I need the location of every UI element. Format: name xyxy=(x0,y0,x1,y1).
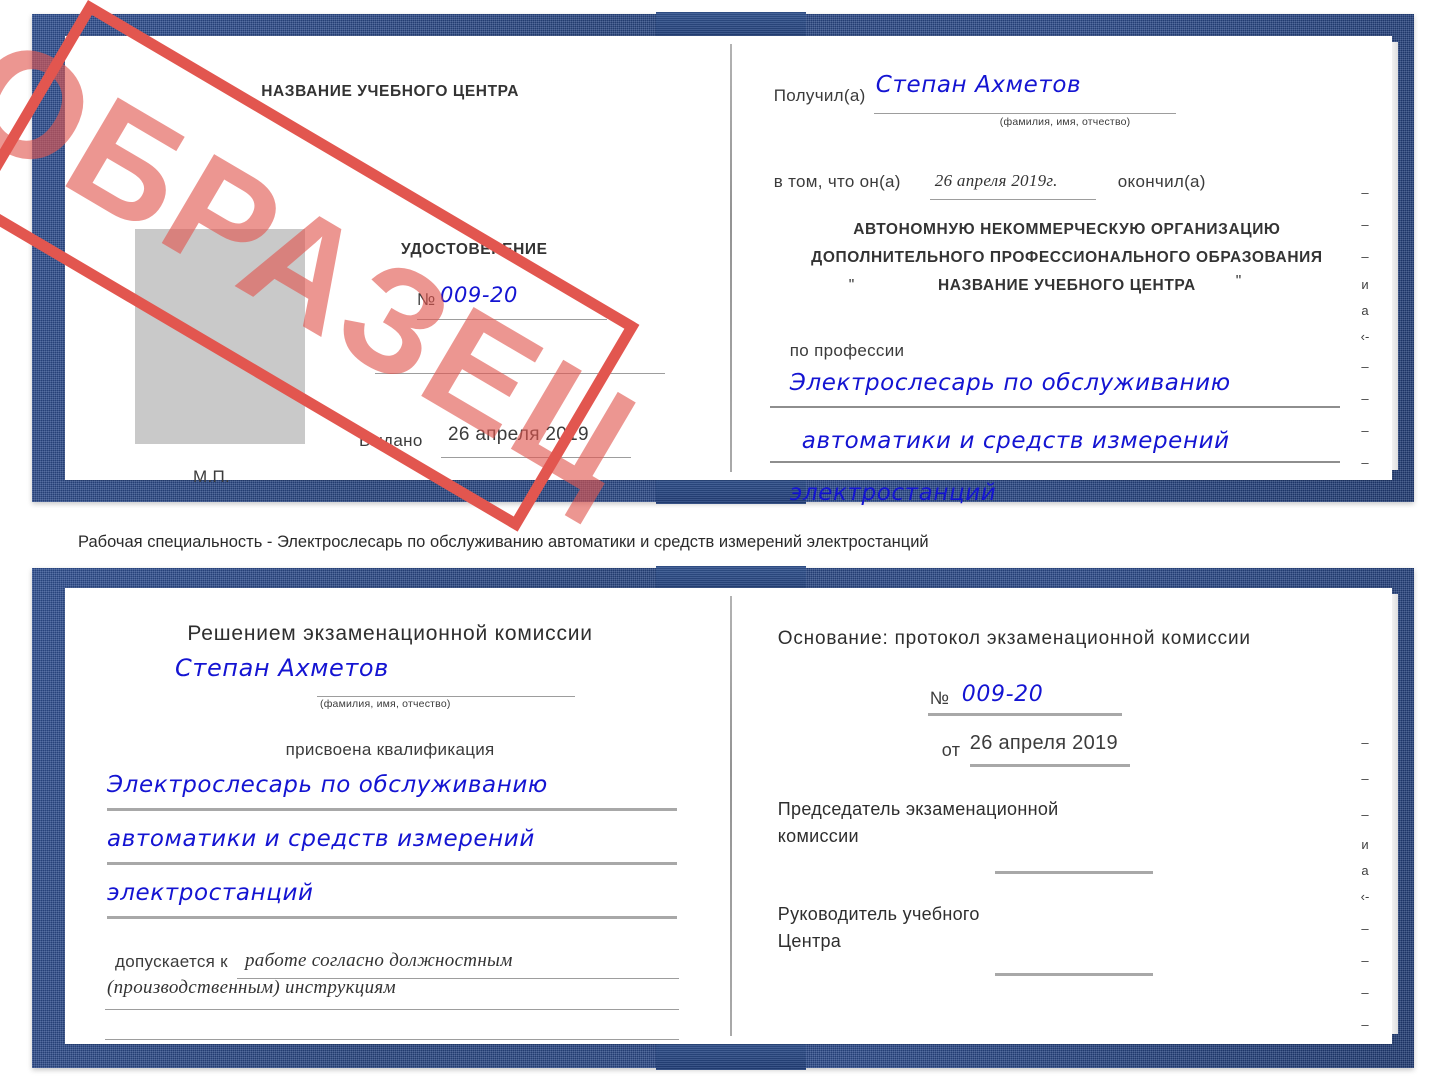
edge-mark: – xyxy=(1361,359,1369,374)
right-edge-marks: – – – и а ‹- – – – – xyxy=(1352,186,1378,488)
edge-mark: – xyxy=(1361,921,1369,936)
edge-mark: – xyxy=(1361,735,1369,750)
edge-mark: – xyxy=(1361,985,1369,1000)
issued-date-rule xyxy=(441,457,631,458)
qualification-label: присвоена квалификация xyxy=(285,740,495,759)
certificate-number-value: 009-20 xyxy=(440,283,518,307)
qualification-rule-3 xyxy=(107,916,677,919)
seal-place-label: М.П. xyxy=(193,467,231,486)
qualification-line-2: автоматики и средств измерений xyxy=(107,826,535,852)
organization-line-1: АВТОНОМНУЮ НЕКОММЕРЧЕСКУЮ ОРГАНИЗАЦИЮ xyxy=(853,221,1281,238)
profession-line-2: автоматики и средств измерений xyxy=(801,428,1230,454)
name-hint-label: (фамилия, имя, отчество) xyxy=(320,698,451,710)
edge-mark: ‹- xyxy=(1360,889,1370,904)
training-center-name-header: НАЗВАНИЕ УЧЕБНОГО ЦЕНТРА xyxy=(261,83,520,100)
protocol-date-label: от xyxy=(941,740,961,760)
edge-mark: – xyxy=(1361,953,1369,968)
document-type-label: УДОСТОВЕРЕНИЕ xyxy=(401,241,548,258)
issued-label: Выдано xyxy=(359,431,423,450)
name-hint-label: (фамилия, имя, отчество) xyxy=(999,116,1131,128)
center-fold xyxy=(729,44,732,472)
qualification-rule-2 xyxy=(107,862,677,865)
edge-mark: – xyxy=(1361,391,1369,406)
basis-label: Основание: протокол экзаменационной коми… xyxy=(777,628,1251,649)
photo-placeholder xyxy=(135,229,305,444)
protocol-number-rule xyxy=(927,713,1122,716)
profession-line-1: Электрослесарь по обслуживанию xyxy=(789,370,1231,396)
certificate-number-label: № xyxy=(417,290,436,309)
edge-mark: а xyxy=(1361,303,1369,318)
received-label: Получил(а) xyxy=(773,86,866,105)
edge-mark: – xyxy=(1361,185,1369,200)
certificate-top-right-page: Получил(а) Степан Ахметов (фамилия, имя,… xyxy=(742,36,1392,506)
certificate-bottom-right-page: Основание: протокол экзаменационной коми… xyxy=(742,588,1392,1044)
recipient-name-value: Степан Ахметов xyxy=(175,654,389,682)
profession-rule-1 xyxy=(769,406,1340,408)
organization-line-3: НАЗВАНИЕ УЧЕБНОГО ЦЕНТРА xyxy=(937,277,1196,294)
profession-rule-2 xyxy=(769,461,1340,463)
chairman-label-line-1: Председатель экзаменационной xyxy=(777,799,1059,819)
edge-mark: – xyxy=(1361,807,1369,822)
protocol-number-label: № xyxy=(929,688,950,708)
organization-quote-open: " xyxy=(848,277,855,294)
chairman-label-line-2: комиссии xyxy=(777,826,859,846)
qualification-rule-1 xyxy=(107,808,677,811)
right-edge-marks: – – – и а ‹- – – – – xyxy=(1352,736,1378,1050)
certificate-bottom: Решением экзаменационной комиссии Степан… xyxy=(32,566,1414,1070)
head-signature-rule xyxy=(994,973,1153,976)
admitted-value-line-1: работе согласно должностным xyxy=(245,950,513,971)
completion-date-rule xyxy=(929,199,1096,200)
certificate-bottom-pages: Решением экзаменационной комиссии Степан… xyxy=(65,588,1398,1044)
protocol-date-rule xyxy=(969,764,1130,767)
edge-mark: ‹- xyxy=(1360,329,1370,344)
image-caption: Рабочая специальность - Электрослесарь п… xyxy=(78,533,929,551)
profession-line-3: электростанций xyxy=(789,480,997,506)
certificate-top: НАЗВАНИЕ УЧЕБНОГО ЦЕНТРА УДОСТОВЕРЕНИЕ №… xyxy=(32,12,1414,506)
qualification-line-1: Электрослесарь по обслуживанию xyxy=(107,772,548,798)
protocol-number-value: 009-20 xyxy=(961,682,1044,707)
admitted-label: допускается к xyxy=(115,952,228,971)
issued-date-value: 26 апреля 2019 xyxy=(448,424,589,445)
edge-mark: а xyxy=(1361,863,1369,878)
chairman-signature-rule xyxy=(994,871,1153,874)
completion-date-value: 26 апреля 2019г. xyxy=(934,171,1058,190)
recipient-name-rule xyxy=(317,696,575,697)
qualification-line-3: электростанций xyxy=(107,880,314,906)
certificate-top-pages: НАЗВАНИЕ УЧЕБНОГО ЦЕНТРА УДОСТОВЕРЕНИЕ №… xyxy=(65,36,1398,506)
blank-rule-middle xyxy=(375,373,665,374)
admitted-rule-3 xyxy=(105,1039,679,1040)
protocol-date-value: 26 апреля 2019 xyxy=(969,732,1118,754)
certificate-top-left-page: НАЗВАНИЕ УЧЕБНОГО ЦЕНТРА УДОСТОВЕРЕНИЕ №… xyxy=(65,36,715,486)
in-that-label: в том, что он(а) xyxy=(773,172,901,191)
finished-label: окончил(а) xyxy=(1117,172,1206,191)
binding-strap-bottom xyxy=(656,1040,806,1070)
certificate-number-rule xyxy=(417,319,607,320)
commission-decision-header: Решением экзаменационной комиссии xyxy=(187,622,593,645)
edge-mark: и xyxy=(1361,837,1369,852)
edge-mark: – xyxy=(1361,455,1369,470)
edge-mark: и xyxy=(1361,277,1369,292)
admitted-value-line-2: (производственным) инструкциям xyxy=(107,977,396,998)
edge-mark: – xyxy=(1361,1017,1369,1032)
center-fold xyxy=(729,596,732,1036)
head-label-line-2: Центра xyxy=(777,931,842,951)
certificate-bottom-left-page: Решением экзаменационной комиссии Степан… xyxy=(65,588,715,1044)
received-name-value: Степан Ахметов xyxy=(875,72,1082,98)
received-name-rule xyxy=(873,113,1176,114)
organization-line-2: ДОПОЛНИТЕЛЬНОГО ПРОФЕССИОНАЛЬНОГО ОБРАЗО… xyxy=(811,249,1323,266)
edge-mark: – xyxy=(1361,217,1369,232)
edge-mark: – xyxy=(1361,423,1369,438)
admitted-rule-2 xyxy=(105,1009,679,1010)
profession-label: по профессии xyxy=(789,341,905,360)
edge-mark: – xyxy=(1361,249,1369,264)
head-label-line-1: Руководитель учебного xyxy=(777,904,980,924)
organization-quote-close: " xyxy=(1235,273,1242,290)
edge-mark: – xyxy=(1361,771,1369,786)
